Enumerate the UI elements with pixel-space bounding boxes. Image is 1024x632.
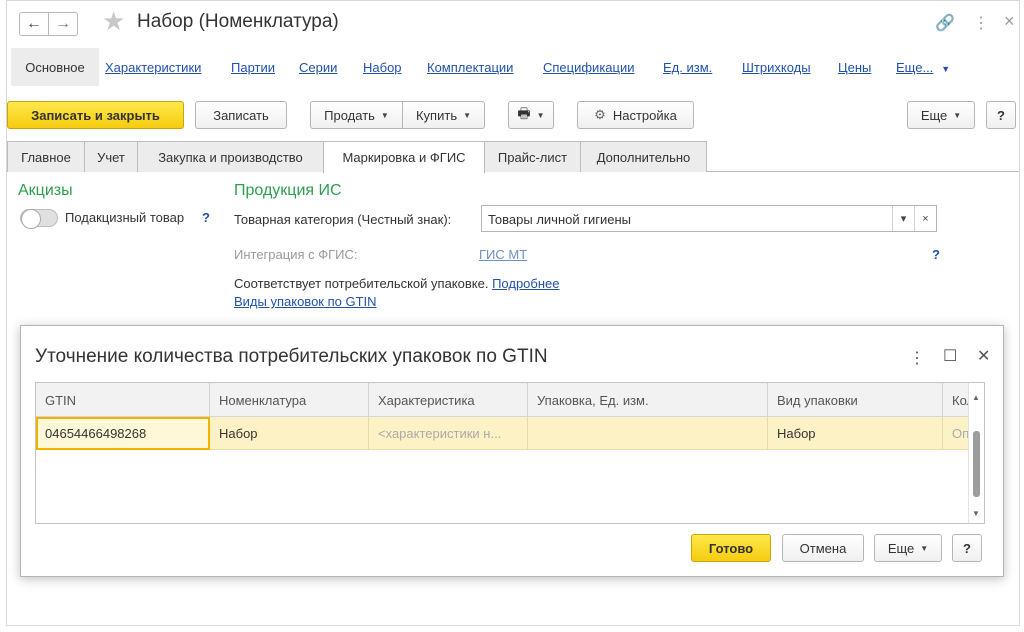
dialog-help-button[interactable]: ? bbox=[952, 534, 982, 562]
done-button[interactable]: Готово bbox=[691, 534, 771, 562]
maximize-icon[interactable]: ☐ bbox=[943, 346, 957, 366]
arrow-right-icon: → bbox=[55, 15, 71, 32]
more-vertical-icon[interactable]: ⋮ bbox=[909, 348, 925, 368]
gear-icon: ⚙ bbox=[594, 107, 606, 122]
column-header-characteristic[interactable]: Характеристика bbox=[369, 383, 528, 417]
nav-link-barcodes[interactable]: Штрихкоды bbox=[742, 60, 811, 75]
arrow-left-icon: ← bbox=[26, 15, 42, 32]
nav-link-units[interactable]: Ед. изм. bbox=[663, 60, 712, 75]
category-label: Товарная категория (Честный знак): bbox=[234, 212, 452, 227]
nav-link-assemblies[interactable]: Комплектации bbox=[427, 60, 513, 75]
vertical-scrollbar[interactable]: ▲ ▼ bbox=[968, 383, 984, 523]
excise-help-icon[interactable]: ? bbox=[202, 210, 210, 225]
cell-gtin[interactable]: 04654466498268 bbox=[36, 417, 210, 450]
tab-price-list[interactable]: Прайс-лист bbox=[484, 141, 581, 172]
help-button[interactable]: ? bbox=[986, 101, 1016, 129]
scroll-up-icon[interactable]: ▲ bbox=[972, 393, 980, 402]
nav-link-more-label: Еще... bbox=[896, 60, 934, 75]
dropdown-arrow-icon[interactable]: ▾ bbox=[892, 206, 914, 231]
close-icon[interactable]: ✕ bbox=[977, 346, 990, 366]
dropdown-arrow-icon: ▼ bbox=[953, 110, 962, 120]
excise-toggle[interactable] bbox=[20, 209, 58, 229]
tab-accounting[interactable]: Учет bbox=[84, 141, 138, 172]
dropdown-arrow-icon: ▼ bbox=[380, 110, 389, 120]
dropdown-arrow-icon: ▼ bbox=[463, 110, 472, 120]
package-text-label: Соответствует потребительской упаковке. bbox=[234, 276, 489, 291]
back-button[interactable]: ← bbox=[19, 12, 49, 36]
fgis-help-icon[interactable]: ? bbox=[932, 247, 940, 262]
nav-main[interactable]: Основное bbox=[11, 48, 99, 86]
tab-main[interactable]: Главное bbox=[7, 141, 85, 172]
gtin-package-types-link[interactable]: Виды упаковок по GTIN bbox=[234, 294, 377, 309]
nav-link-more[interactable]: Еще... ▼ bbox=[896, 60, 950, 75]
table-header: GTIN Номенклатура Характеристика Упаковк… bbox=[36, 383, 984, 417]
column-header-package-type[interactable]: Вид упаковки bbox=[768, 383, 943, 417]
close-icon[interactable]: × bbox=[1004, 11, 1015, 32]
cell-characteristic[interactable]: <характеристики н... bbox=[369, 417, 528, 450]
save-and-close-button[interactable]: Записать и закрыть bbox=[7, 101, 184, 129]
dialog-more-button[interactable]: Еще ▼ bbox=[874, 534, 942, 562]
buy-button[interactable]: Купить ▼ bbox=[402, 101, 485, 129]
buy-label: Купить bbox=[415, 107, 458, 123]
caret-down-icon: ▼ bbox=[941, 64, 951, 74]
dropdown-arrow-icon: ▼ bbox=[536, 110, 545, 120]
category-value: Товары личной гигиены bbox=[488, 212, 631, 227]
column-header-nomenclature[interactable]: Номенклатура bbox=[210, 383, 369, 417]
clear-icon[interactable]: × bbox=[914, 206, 936, 231]
package-more-link[interactable]: Подробнее bbox=[492, 276, 559, 291]
gtin-table: GTIN Номенклатура Характеристика Упаковк… bbox=[35, 382, 985, 524]
save-button[interactable]: Записать bbox=[195, 101, 287, 129]
printer-icon: 🖶 bbox=[517, 105, 531, 121]
settings-label: Настройка bbox=[612, 107, 677, 123]
forward-button[interactable]: → bbox=[48, 12, 78, 36]
print-button[interactable]: 🖶 ▼ bbox=[508, 101, 554, 129]
dialog-title: Уточнение количества потребительских упа… bbox=[35, 346, 548, 367]
more-vertical-icon[interactable]: ⋮ bbox=[973, 13, 989, 33]
tab-additional[interactable]: Дополнительно bbox=[580, 141, 707, 172]
link-icon[interactable]: 🔗 bbox=[935, 13, 955, 33]
cell-nomenclature[interactable]: Набор bbox=[210, 417, 369, 450]
excise-label: Подакцизный товар bbox=[65, 210, 185, 225]
nav-link-prices[interactable]: Цены bbox=[838, 60, 871, 75]
category-field[interactable]: Товары личной гигиены ▾ × bbox=[481, 205, 937, 232]
nav-link-specifications[interactable]: Спецификации bbox=[543, 60, 635, 75]
sell-label: Продать bbox=[324, 107, 375, 123]
column-header-package-unit[interactable]: Упаковка, Ед. изм. bbox=[528, 383, 768, 417]
tab-marking-fgis[interactable]: Маркировка и ФГИС bbox=[323, 141, 485, 173]
excise-section-title: Акцизы bbox=[18, 182, 73, 199]
sell-button[interactable]: Продать ▼ bbox=[310, 101, 403, 129]
fgis-label: Интеграция с ФГИС: bbox=[234, 247, 358, 262]
tab-purchase-production[interactable]: Закупка и производство bbox=[137, 141, 324, 172]
cancel-button[interactable]: Отмена bbox=[782, 534, 864, 562]
cell-package-type[interactable]: Набор bbox=[768, 417, 943, 450]
column-header-gtin[interactable]: GTIN bbox=[36, 383, 210, 417]
more-label: Еще bbox=[920, 107, 948, 123]
scroll-down-icon[interactable]: ▼ bbox=[972, 509, 980, 518]
favorite-star-icon[interactable]: ★ bbox=[102, 6, 125, 37]
is-section-title: Продукция ИС bbox=[234, 182, 342, 199]
nav-link-batches[interactable]: Партии bbox=[231, 60, 275, 75]
dialog-more-label: Еще bbox=[887, 540, 915, 556]
scrollbar-thumb[interactable] bbox=[973, 431, 980, 497]
cell-package-unit[interactable] bbox=[528, 417, 768, 450]
table-row[interactable]: 04654466498268 Набор <характеристики н..… bbox=[36, 417, 984, 450]
page-title: Набор (Номенклатура) bbox=[137, 11, 339, 32]
fgis-link[interactable]: ГИС МТ bbox=[479, 247, 527, 262]
dropdown-arrow-icon: ▼ bbox=[920, 543, 929, 553]
gtin-dialog: Уточнение количества потребительских упа… bbox=[20, 325, 1004, 577]
settings-button[interactable]: ⚙ Настройка bbox=[577, 101, 694, 129]
more-button[interactable]: Еще ▼ bbox=[907, 101, 975, 129]
package-text: Соответствует потребительской упаковке. … bbox=[234, 276, 560, 291]
nav-link-characteristics[interactable]: Характеристики bbox=[105, 60, 201, 75]
nav-link-kit[interactable]: Набор bbox=[363, 60, 402, 75]
nav-link-series[interactable]: Серии bbox=[299, 60, 337, 75]
